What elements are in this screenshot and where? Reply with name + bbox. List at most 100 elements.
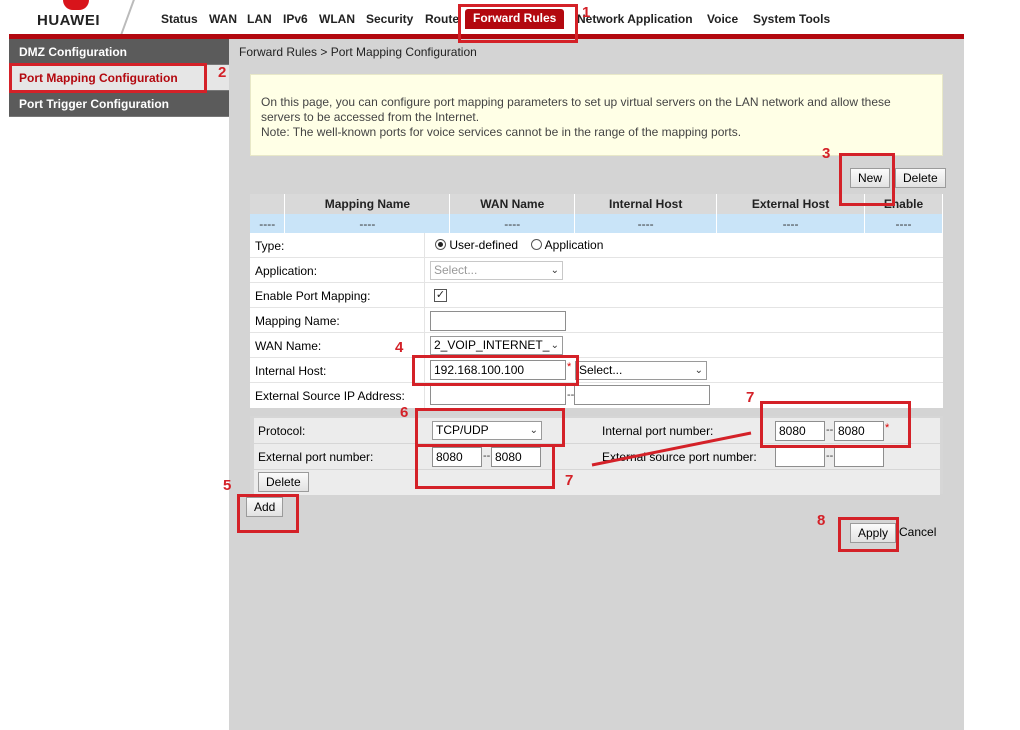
chevron-down-icon: ⌄ bbox=[550, 265, 559, 276]
table-cell: ---- bbox=[250, 214, 286, 233]
table-header-enable: Enable bbox=[864, 194, 943, 214]
range-dash: -- bbox=[826, 450, 834, 462]
delete-button[interactable]: Delete bbox=[895, 168, 946, 188]
table-header-wan-name: WAN Name bbox=[449, 194, 576, 214]
router-web-ui: HUAWEI Status WAN LAN IPv6 WLAN Security… bbox=[9, 0, 964, 730]
radio-unselected-icon[interactable] bbox=[531, 239, 542, 250]
form-row-wan-name: WAN Name: 2_VOIP_INTERNET_ ⌄ bbox=[250, 333, 943, 358]
nav-voice[interactable]: Voice bbox=[707, 12, 738, 26]
protocol-label: Protocol: bbox=[258, 424, 306, 438]
chevron-down-icon: ⌄ bbox=[529, 425, 538, 436]
nav-wlan[interactable]: WLAN bbox=[319, 12, 355, 26]
add-button[interactable]: Add bbox=[246, 497, 284, 517]
breadcrumb: Forward Rules > Port Mapping Configurati… bbox=[239, 45, 477, 59]
chevron-down-icon: ⌄ bbox=[694, 365, 703, 376]
type-user-defined-option[interactable]: User-defined bbox=[435, 238, 518, 252]
table-cell: ---- bbox=[574, 214, 718, 233]
form-row-type: Type: User-defined Application bbox=[250, 233, 943, 258]
nav-network-application[interactable]: Network Application bbox=[577, 12, 693, 26]
application-select-value: Select... bbox=[434, 263, 478, 277]
protocol-row-3: Delete bbox=[254, 470, 940, 495]
external-source-ip-label: External Source IP Address: bbox=[255, 389, 405, 403]
wan-name-select[interactable]: 2_VOIP_INTERNET_ ⌄ bbox=[430, 336, 563, 355]
form-row-enable: Enable Port Mapping: ✓ bbox=[250, 283, 943, 308]
external-source-ip-from-input[interactable] bbox=[430, 385, 566, 405]
nav-forward-rules[interactable]: Forward Rules bbox=[465, 9, 565, 29]
mapping-name-label: Mapping Name: bbox=[255, 314, 340, 328]
table-header-select bbox=[250, 194, 286, 214]
type-application-label: Application bbox=[544, 238, 604, 252]
protocol-select-value: TCP/UDP bbox=[436, 423, 489, 437]
sidebar-item-dmz-configuration[interactable]: DMZ Configuration bbox=[9, 39, 229, 65]
apply-button[interactable]: Apply bbox=[850, 523, 897, 543]
required-mark: * bbox=[567, 361, 572, 373]
port-mapping-form: Type: User-defined Application Applicati… bbox=[250, 233, 943, 408]
external-source-ip-to-input[interactable] bbox=[574, 385, 710, 405]
header-divider bbox=[120, 0, 136, 36]
protocol-select[interactable]: TCP/UDP ⌄ bbox=[432, 421, 542, 440]
external-source-ip-cell: -- bbox=[424, 383, 943, 408]
enable-cell: ✓ bbox=[424, 283, 943, 308]
info-box: On this page, you can configure port map… bbox=[250, 74, 943, 156]
external-port-to-input[interactable]: 8080 bbox=[491, 447, 541, 467]
info-text-line-1: On this page, you can configure port map… bbox=[261, 95, 891, 109]
wan-name-cell: 2_VOIP_INTERNET_ ⌄ bbox=[424, 333, 943, 358]
enable-port-mapping-label: Enable Port Mapping: bbox=[255, 289, 371, 303]
table-header-internal-host: Internal Host bbox=[574, 194, 718, 214]
header: HUAWEI Status WAN LAN IPv6 WLAN Security… bbox=[9, 0, 964, 36]
range-dash: -- bbox=[826, 424, 834, 436]
external-port-label: External port number: bbox=[258, 450, 374, 464]
range-dash: -- bbox=[483, 450, 491, 462]
internal-host-input[interactable]: 192.168.100.100 bbox=[430, 360, 566, 380]
nav-security[interactable]: Security bbox=[366, 12, 413, 26]
form-row-internal-host: Internal Host: 192.168.100.100 * Select.… bbox=[250, 358, 943, 383]
info-text-line-3: Note: The well-known ports for voice ser… bbox=[261, 125, 742, 139]
nav-wan[interactable]: WAN bbox=[209, 12, 237, 26]
external-port-from-input[interactable]: 8080 bbox=[432, 447, 482, 467]
type-cell: User-defined Application bbox=[424, 233, 943, 258]
sidebar: DMZ Configuration Port Mapping Configura… bbox=[9, 39, 229, 730]
radio-selected-icon[interactable] bbox=[435, 239, 446, 250]
main-content: Forward Rules > Port Mapping Configurati… bbox=[229, 39, 964, 730]
table-header-mapping-name: Mapping Name bbox=[284, 194, 451, 214]
table-row[interactable]: ---- ---- ---- ---- ---- ---- bbox=[250, 214, 943, 233]
internal-port-from-input[interactable]: 8080 bbox=[775, 421, 825, 441]
info-text-line-2: servers to be accessed from the Internet… bbox=[261, 110, 480, 124]
enable-port-mapping-checkbox[interactable]: ✓ bbox=[434, 289, 447, 302]
port-entry-delete-button[interactable]: Delete bbox=[258, 472, 309, 492]
new-button[interactable]: New bbox=[850, 168, 891, 188]
table-cell: ---- bbox=[864, 214, 943, 233]
required-mark: * bbox=[885, 422, 890, 434]
table-cell: ---- bbox=[449, 214, 576, 233]
table-header-external-host: External Host bbox=[716, 194, 865, 214]
application-select[interactable]: Select... ⌄ bbox=[430, 261, 563, 280]
application-cell: Select... ⌄ bbox=[424, 258, 943, 283]
wan-name-label: WAN Name: bbox=[255, 339, 322, 353]
table-cell: ---- bbox=[284, 214, 451, 233]
type-user-defined-label: User-defined bbox=[449, 238, 519, 252]
chevron-down-icon: ⌄ bbox=[550, 337, 559, 354]
external-source-port-to-input[interactable] bbox=[834, 447, 884, 467]
brand-name: HUAWEI bbox=[37, 12, 100, 29]
cancel-button[interactable]: Cancel bbox=[899, 525, 936, 539]
nav-lan[interactable]: LAN bbox=[247, 12, 272, 26]
sidebar-item-port-trigger-configuration[interactable]: Port Trigger Configuration bbox=[9, 91, 229, 117]
application-label: Application: bbox=[255, 264, 318, 278]
internal-host-label: Internal Host: bbox=[255, 364, 327, 378]
internal-host-select-value: Select... bbox=[579, 363, 623, 377]
nav-status[interactable]: Status bbox=[161, 12, 198, 26]
external-source-port-from-input[interactable] bbox=[775, 447, 825, 467]
internal-port-to-input[interactable]: 8080 bbox=[834, 421, 884, 441]
nav-route[interactable]: Route bbox=[425, 12, 459, 26]
mapping-name-input[interactable] bbox=[430, 311, 566, 331]
internal-host-select[interactable]: Select... ⌄ bbox=[575, 361, 707, 380]
nav-ipv6[interactable]: IPv6 bbox=[283, 12, 308, 26]
nav-system-tools[interactable]: System Tools bbox=[753, 12, 830, 26]
sidebar-item-port-mapping-configuration[interactable]: Port Mapping Configuration bbox=[9, 65, 229, 91]
port-mapping-table: Mapping Name WAN Name Internal Host Exte… bbox=[250, 194, 943, 233]
internal-host-cell: 192.168.100.100 * Select... ⌄ bbox=[424, 358, 943, 383]
form-row-mapping-name: Mapping Name: bbox=[250, 308, 943, 333]
type-application-option[interactable]: Application bbox=[531, 238, 603, 252]
protocol-row-1: Protocol: TCP/UDP ⌄ Internal port number… bbox=[254, 418, 940, 443]
mapping-name-cell bbox=[424, 308, 943, 333]
